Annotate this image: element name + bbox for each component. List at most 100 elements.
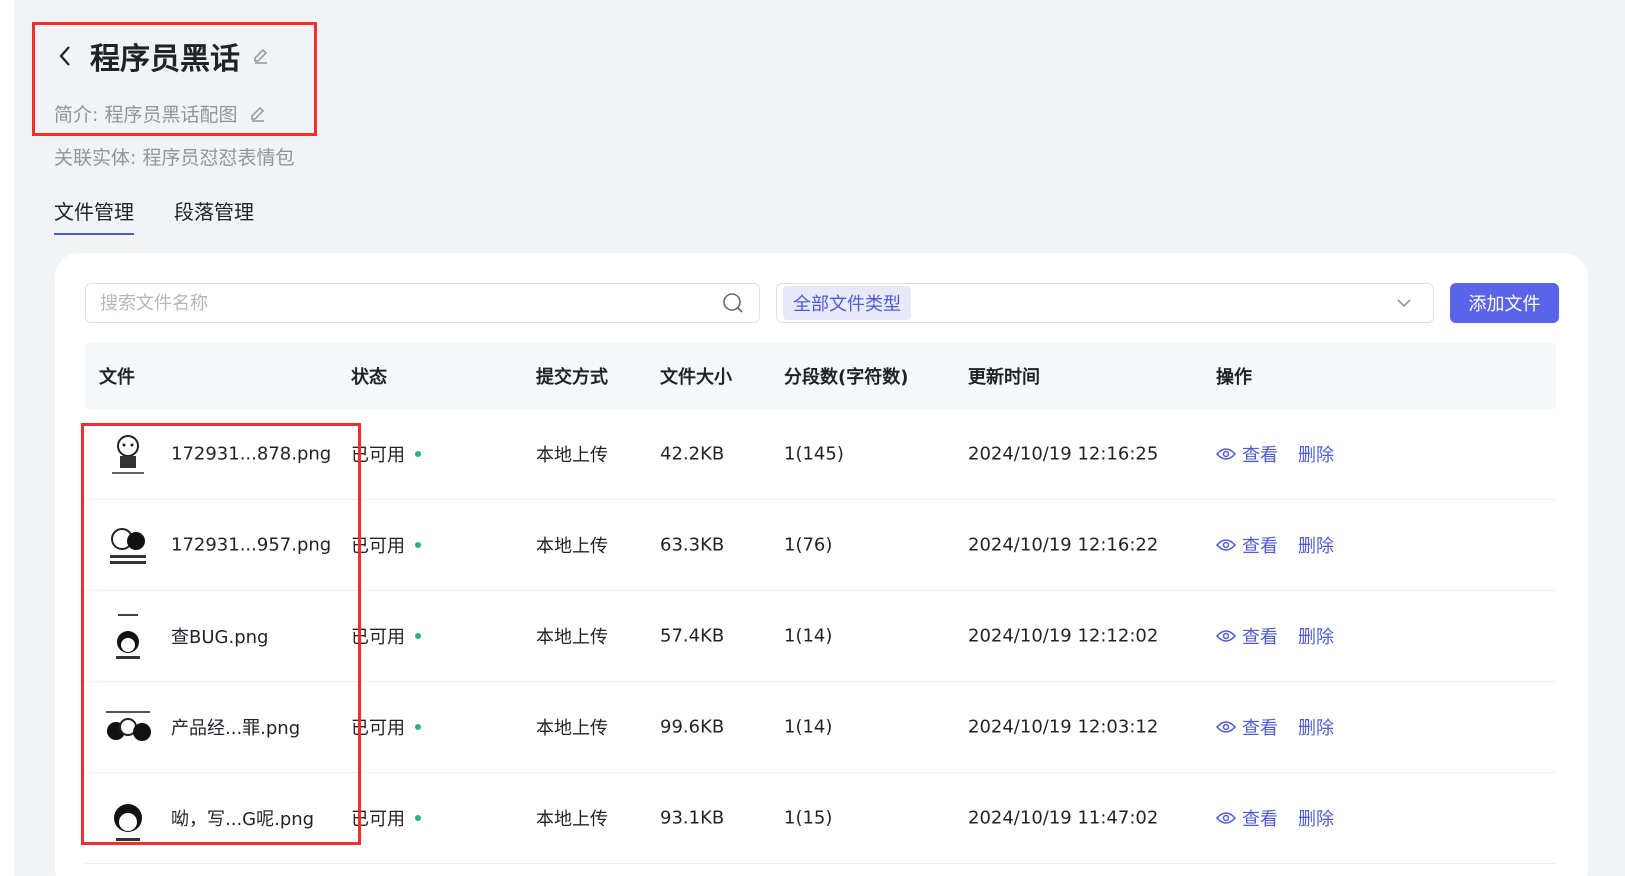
delete-button[interactable]: 删除: [1298, 441, 1334, 467]
th-method: 提交方式: [536, 367, 608, 388]
status-cell: 已可用: [351, 532, 421, 558]
content-card: 全部文件类型 添加文件 文件 状态 提交方式 文件大小 分段数(字符数) 更新时…: [55, 253, 1588, 876]
back-arrow-icon[interactable]: [54, 45, 76, 67]
search-input[interactable]: [100, 292, 721, 314]
intro-text: 简介: 程序员黑话配图: [54, 104, 238, 126]
view-label: 查看: [1242, 627, 1278, 648]
title-row: 程序员黑话: [54, 30, 294, 82]
page-title: 程序员黑话: [90, 42, 240, 77]
file-name[interactable]: 查BUG.png: [171, 623, 268, 649]
th-segments: 分段数(字符数): [784, 367, 909, 388]
tab-bar: 文件管理 段落管理: [54, 196, 254, 235]
intro-row: 简介: 程序员黑话配图: [54, 100, 294, 127]
file-size: 63.3KB: [660, 534, 725, 556]
updated-time: 2024/10/19 11:47:02: [968, 807, 1159, 829]
file-name[interactable]: 172931...878.png: [171, 444, 331, 465]
submit-method: 本地上传: [536, 809, 608, 830]
submit-method: 本地上传: [536, 445, 608, 466]
edit-title-icon[interactable]: [252, 47, 270, 65]
row-actions: 查看 删除: [1216, 805, 1334, 831]
status-cell: 已可用: [351, 441, 421, 467]
status-cell: 已可用: [351, 623, 421, 649]
segment-count: 1(14): [784, 716, 833, 738]
status-dot: [415, 451, 421, 457]
status-dot: [415, 815, 421, 821]
segment-count: 1(15): [784, 807, 833, 829]
row-actions: 查看 删除: [1216, 623, 1334, 649]
view-button[interactable]: 查看: [1216, 441, 1278, 467]
updated-time: 2024/10/19 12:03:12: [968, 716, 1159, 738]
file-thumbnail: [99, 516, 157, 574]
status-cell: 已可用: [351, 714, 421, 740]
tab-file-management[interactable]: 文件管理: [54, 196, 134, 235]
th-status: 状态: [351, 367, 387, 388]
view-button[interactable]: 查看: [1216, 805, 1278, 831]
status-cell: 已可用: [351, 805, 421, 831]
view-label: 查看: [1242, 445, 1278, 466]
table-row: 产品经...罪.png 已可用 本地上传 99.6KB 1(14) 2024/1…: [85, 682, 1556, 773]
status-text: 已可用: [351, 809, 405, 830]
file-thumbnail: [99, 698, 157, 756]
updated-time: 2024/10/19 12:16:25: [968, 443, 1159, 465]
eye-icon: [1216, 629, 1236, 643]
status-text: 已可用: [351, 445, 405, 466]
delete-button[interactable]: 删除: [1298, 623, 1334, 649]
updated-time: 2024/10/19 12:16:22: [968, 534, 1159, 556]
status-dot: [415, 542, 421, 548]
eye-icon: [1216, 538, 1236, 552]
status-dot: [415, 724, 421, 730]
view-label: 查看: [1242, 809, 1278, 830]
view-button[interactable]: 查看: [1216, 623, 1278, 649]
add-file-button[interactable]: 添加文件: [1450, 283, 1559, 323]
file-name[interactable]: 产品经...罪.png: [171, 714, 300, 740]
eye-icon: [1216, 447, 1236, 461]
file-size: 93.1KB: [660, 807, 725, 829]
entity-text: 关联实体: 程序员怼怼表情包: [54, 147, 295, 169]
view-label: 查看: [1242, 718, 1278, 739]
th-actions: 操作: [1216, 367, 1252, 388]
file-size: 57.4KB: [660, 625, 725, 647]
tab-paragraph-management[interactable]: 段落管理: [174, 196, 254, 235]
status-text: 已可用: [351, 536, 405, 557]
table-header: 文件 状态 提交方式 文件大小 分段数(字符数) 更新时间 操作: [85, 343, 1556, 409]
row-actions: 查看 删除: [1216, 441, 1334, 467]
search-box: [85, 283, 760, 323]
table-row: 172931...957.png 已可用 本地上传 63.3KB 1(76) 2…: [85, 500, 1556, 591]
edit-intro-icon[interactable]: [249, 105, 267, 123]
view-label: 查看: [1242, 536, 1278, 557]
search-icon[interactable]: [721, 291, 745, 315]
row-actions: 查看 删除: [1216, 532, 1334, 558]
chevron-down-icon: [1391, 290, 1417, 316]
page-header: 程序员黑话 简介: 程序员黑话配图 关联实体: 程序员怼怼表情包: [54, 30, 294, 170]
file-thumbnail: [99, 425, 157, 483]
segment-count: 1(145): [784, 443, 844, 465]
toolbar: 全部文件类型 添加文件: [85, 283, 1559, 323]
th-updated: 更新时间: [968, 367, 1040, 388]
delete-button[interactable]: 删除: [1298, 714, 1334, 740]
updated-time: 2024/10/19 12:12:02: [968, 625, 1159, 647]
submit-method: 本地上传: [536, 536, 608, 557]
eye-icon: [1216, 720, 1236, 734]
submit-method: 本地上传: [536, 718, 608, 739]
file-table: 文件 状态 提交方式 文件大小 分段数(字符数) 更新时间 操作 172931.…: [85, 343, 1556, 864]
file-type-tag: 全部文件类型: [783, 286, 911, 320]
file-type-select[interactable]: 全部文件类型: [776, 283, 1434, 323]
status-dot: [415, 633, 421, 639]
file-size: 42.2KB: [660, 443, 725, 465]
eye-icon: [1216, 811, 1236, 825]
th-size: 文件大小: [660, 367, 732, 388]
submit-method: 本地上传: [536, 627, 608, 648]
delete-button[interactable]: 删除: [1298, 805, 1334, 831]
status-text: 已可用: [351, 627, 405, 648]
file-thumbnail: [99, 607, 157, 665]
status-text: 已可用: [351, 718, 405, 739]
file-name[interactable]: 呦，写...G呢.png: [171, 805, 314, 831]
segment-count: 1(76): [784, 534, 833, 556]
file-name[interactable]: 172931...957.png: [171, 535, 331, 556]
view-button[interactable]: 查看: [1216, 714, 1278, 740]
delete-button[interactable]: 删除: [1298, 532, 1334, 558]
view-button[interactable]: 查看: [1216, 532, 1278, 558]
file-thumbnail: [99, 789, 157, 847]
segment-count: 1(14): [784, 625, 833, 647]
row-actions: 查看 删除: [1216, 714, 1334, 740]
